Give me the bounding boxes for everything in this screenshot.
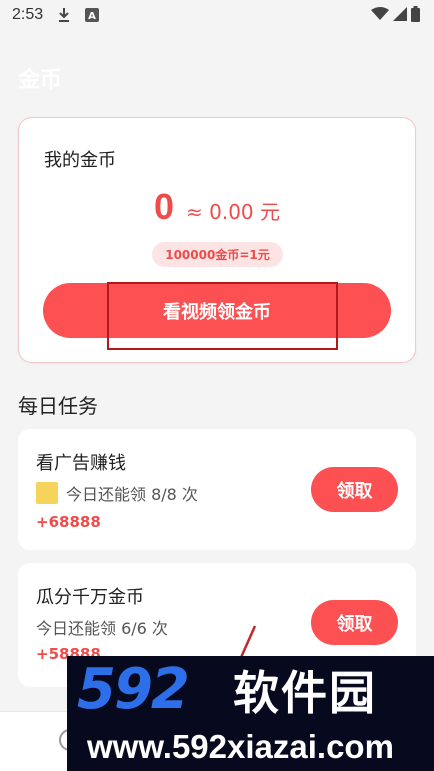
task-title: 瓜分千万金币 — [36, 587, 144, 608]
page-title: 金币 — [18, 68, 63, 93]
signal-icon — [393, 7, 407, 25]
coin-cash-value: ≈ 0.00 元 — [186, 200, 281, 224]
claim-button[interactable]: 领取 — [311, 467, 398, 512]
watermark-logo-text: 软件园 — [233, 666, 377, 720]
task-title: 看广告赚钱 — [36, 453, 126, 474]
download-icon — [57, 7, 71, 23]
font-icon: A — [85, 8, 100, 22]
status-indicators — [371, 6, 420, 26]
battery-icon — [411, 6, 420, 26]
watermark-logo-number: 592 — [77, 657, 190, 722]
svg-text:A: A — [88, 11, 96, 22]
exchange-rate-badge: 100000金币=1元 — [152, 242, 283, 267]
task-remaining-text: 今日还能领 6/6 次 — [36, 619, 168, 638]
coin-amount-row: 0 ≈ 0.00 元 — [19, 186, 415, 228]
watch-video-earn-coins-button[interactable]: 看视频领金币 — [43, 283, 391, 338]
watermark-url: www.592xiazai.com — [87, 728, 394, 765]
task-remaining: 今日还能领 8/8 次 — [36, 481, 198, 505]
watermark: 592 软件园 www.592xiazai.com — [67, 656, 434, 771]
coin-card-title: 我的金币 — [44, 150, 116, 171]
coin-card: 我的金币 0 ≈ 0.00 元 100000金币=1元 看视频领金币 — [18, 117, 416, 363]
wifi-icon — [371, 7, 389, 25]
daily-tasks-title: 每日任务 — [18, 394, 98, 418]
claim-button[interactable]: 领取 — [311, 600, 398, 645]
task-card-watch-ads: 看广告赚钱 今日还能领 8/8 次 +68888 领取 — [18, 429, 416, 550]
status-time: 2:53 — [12, 6, 44, 23]
task-reward: +68888 — [36, 513, 101, 531]
status-bar: 2:53 A — [0, 0, 434, 30]
coin-count: 0 — [153, 186, 174, 227]
task-remaining-text: 今日还能领 8/8 次 — [66, 485, 198, 504]
coin-square-icon — [36, 482, 58, 504]
task-remaining: 今日还能领 6/6 次 — [36, 615, 168, 639]
